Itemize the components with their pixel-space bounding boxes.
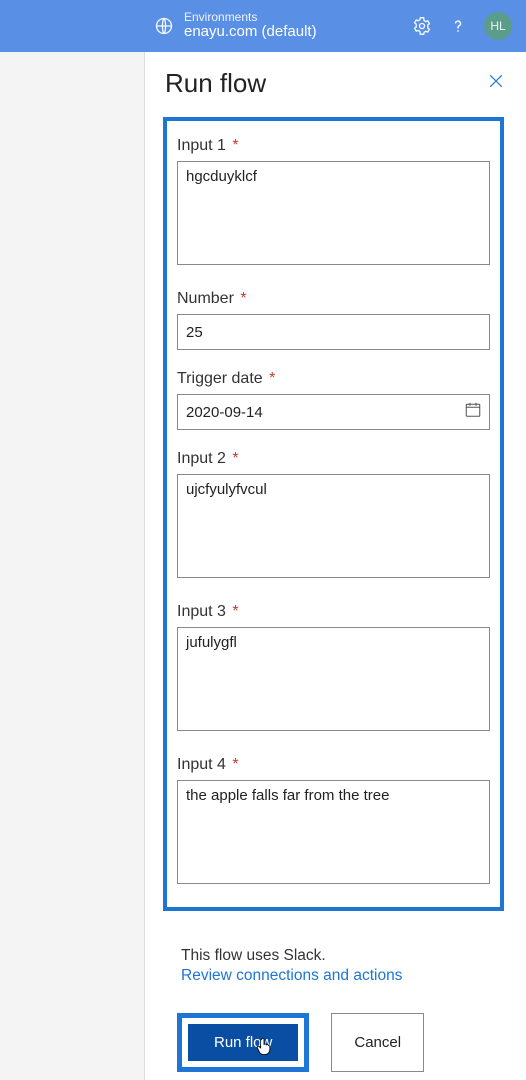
avatar[interactable]: HL [484, 12, 512, 40]
required-mark: * [232, 450, 238, 467]
cancel-button[interactable]: Cancel [331, 1013, 424, 1072]
panel-scroll[interactable]: Input 1 * hgcduyklcf Number * Trigger da… [145, 109, 526, 1080]
field-number: Number * [177, 290, 490, 350]
label-trigger-date: Trigger date [177, 370, 263, 387]
field-trigger-date: Trigger date * [177, 370, 490, 430]
button-row: Run flow Cancel [163, 985, 504, 1072]
field-input3: Input 3 * jufulygfl [177, 603, 490, 736]
field-input1: Input 1 * hgcduyklcf [177, 137, 490, 270]
required-mark: * [269, 370, 275, 387]
required-mark: * [232, 137, 238, 154]
input2-textarea[interactable]: ujcfyulyfvcul [177, 474, 490, 578]
label-input2: Input 2 [177, 450, 226, 467]
required-mark: * [240, 290, 246, 307]
trigger-date-input[interactable] [177, 394, 490, 430]
close-icon[interactable] [486, 71, 506, 96]
input1-textarea[interactable]: hgcduyklcf [177, 161, 490, 265]
run-flow-button[interactable]: Run flow [188, 1024, 298, 1061]
input4-textarea[interactable]: the apple falls far from the tree [177, 780, 490, 884]
uses-text: This flow uses Slack. [163, 947, 504, 965]
top-bar: Environments enayu.com (default) HL [0, 0, 526, 52]
required-mark: * [232, 603, 238, 620]
input3-textarea[interactable]: jufulygfl [177, 627, 490, 731]
review-connections-link[interactable]: Review connections and actions [181, 967, 402, 984]
settings-icon[interactable] [412, 16, 432, 36]
run-flow-panel: Run flow Input 1 * hgcduyklcf Number * T… [144, 52, 526, 1080]
label-input3: Input 3 [177, 603, 226, 620]
number-input[interactable] [177, 314, 490, 350]
help-icon[interactable] [448, 16, 468, 36]
label-number: Number [177, 290, 234, 307]
environment-name: enayu.com (default) [184, 24, 317, 41]
label-input4: Input 4 [177, 756, 226, 773]
run-flow-highlight: Run flow [177, 1013, 309, 1072]
required-mark: * [232, 756, 238, 773]
field-input2: Input 2 * ujcfyulyfvcul [177, 450, 490, 583]
environment-label: Environments [184, 11, 317, 24]
label-input1: Input 1 [177, 137, 226, 154]
field-input4: Input 4 * the apple falls far from the t… [177, 756, 490, 889]
avatar-initials: HL [490, 19, 505, 33]
inputs-frame: Input 1 * hgcduyklcf Number * Trigger da… [163, 117, 504, 911]
globe-icon [154, 16, 174, 36]
panel-title: Run flow [165, 68, 266, 99]
environment-picker[interactable]: Environments enayu.com (default) [154, 11, 317, 41]
